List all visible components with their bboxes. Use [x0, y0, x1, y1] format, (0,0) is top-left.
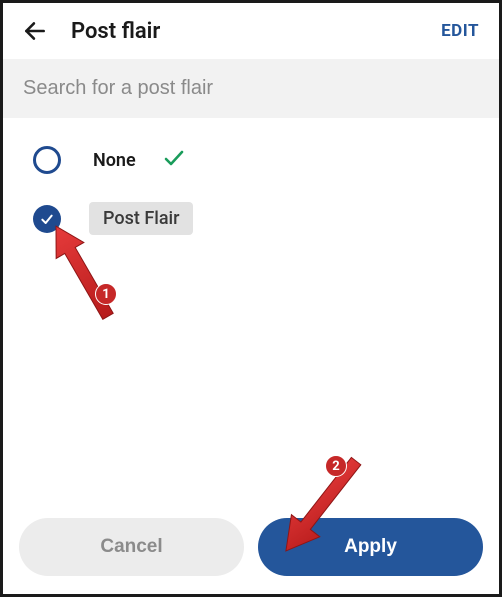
apply-button[interactable]: Apply	[258, 518, 483, 576]
back-icon[interactable]	[21, 17, 49, 45]
option-post-flair[interactable]: Post Flair	[33, 202, 483, 235]
annotation-badge-1: 1	[95, 283, 117, 305]
radio-unselected-icon[interactable]	[33, 146, 61, 174]
app-frame: Post flair EDIT None	[0, 0, 502, 597]
annotation-badge-2: 2	[325, 455, 347, 477]
option-post-flair-label: Post Flair	[89, 202, 193, 235]
edit-button[interactable]: EDIT	[441, 21, 483, 41]
radio-selected-icon[interactable]	[33, 205, 61, 233]
header-bar: Post flair EDIT	[3, 3, 499, 59]
page-title: Post flair	[71, 19, 441, 44]
search-input[interactable]	[23, 77, 479, 100]
footer-bar: Cancel Apply	[3, 504, 499, 594]
search-bar	[3, 59, 499, 118]
flair-options: None Post Flair	[3, 118, 499, 235]
cancel-button[interactable]: Cancel	[19, 518, 244, 576]
option-none[interactable]: None	[33, 146, 483, 174]
check-icon	[162, 146, 186, 174]
option-none-label: None	[93, 150, 136, 171]
